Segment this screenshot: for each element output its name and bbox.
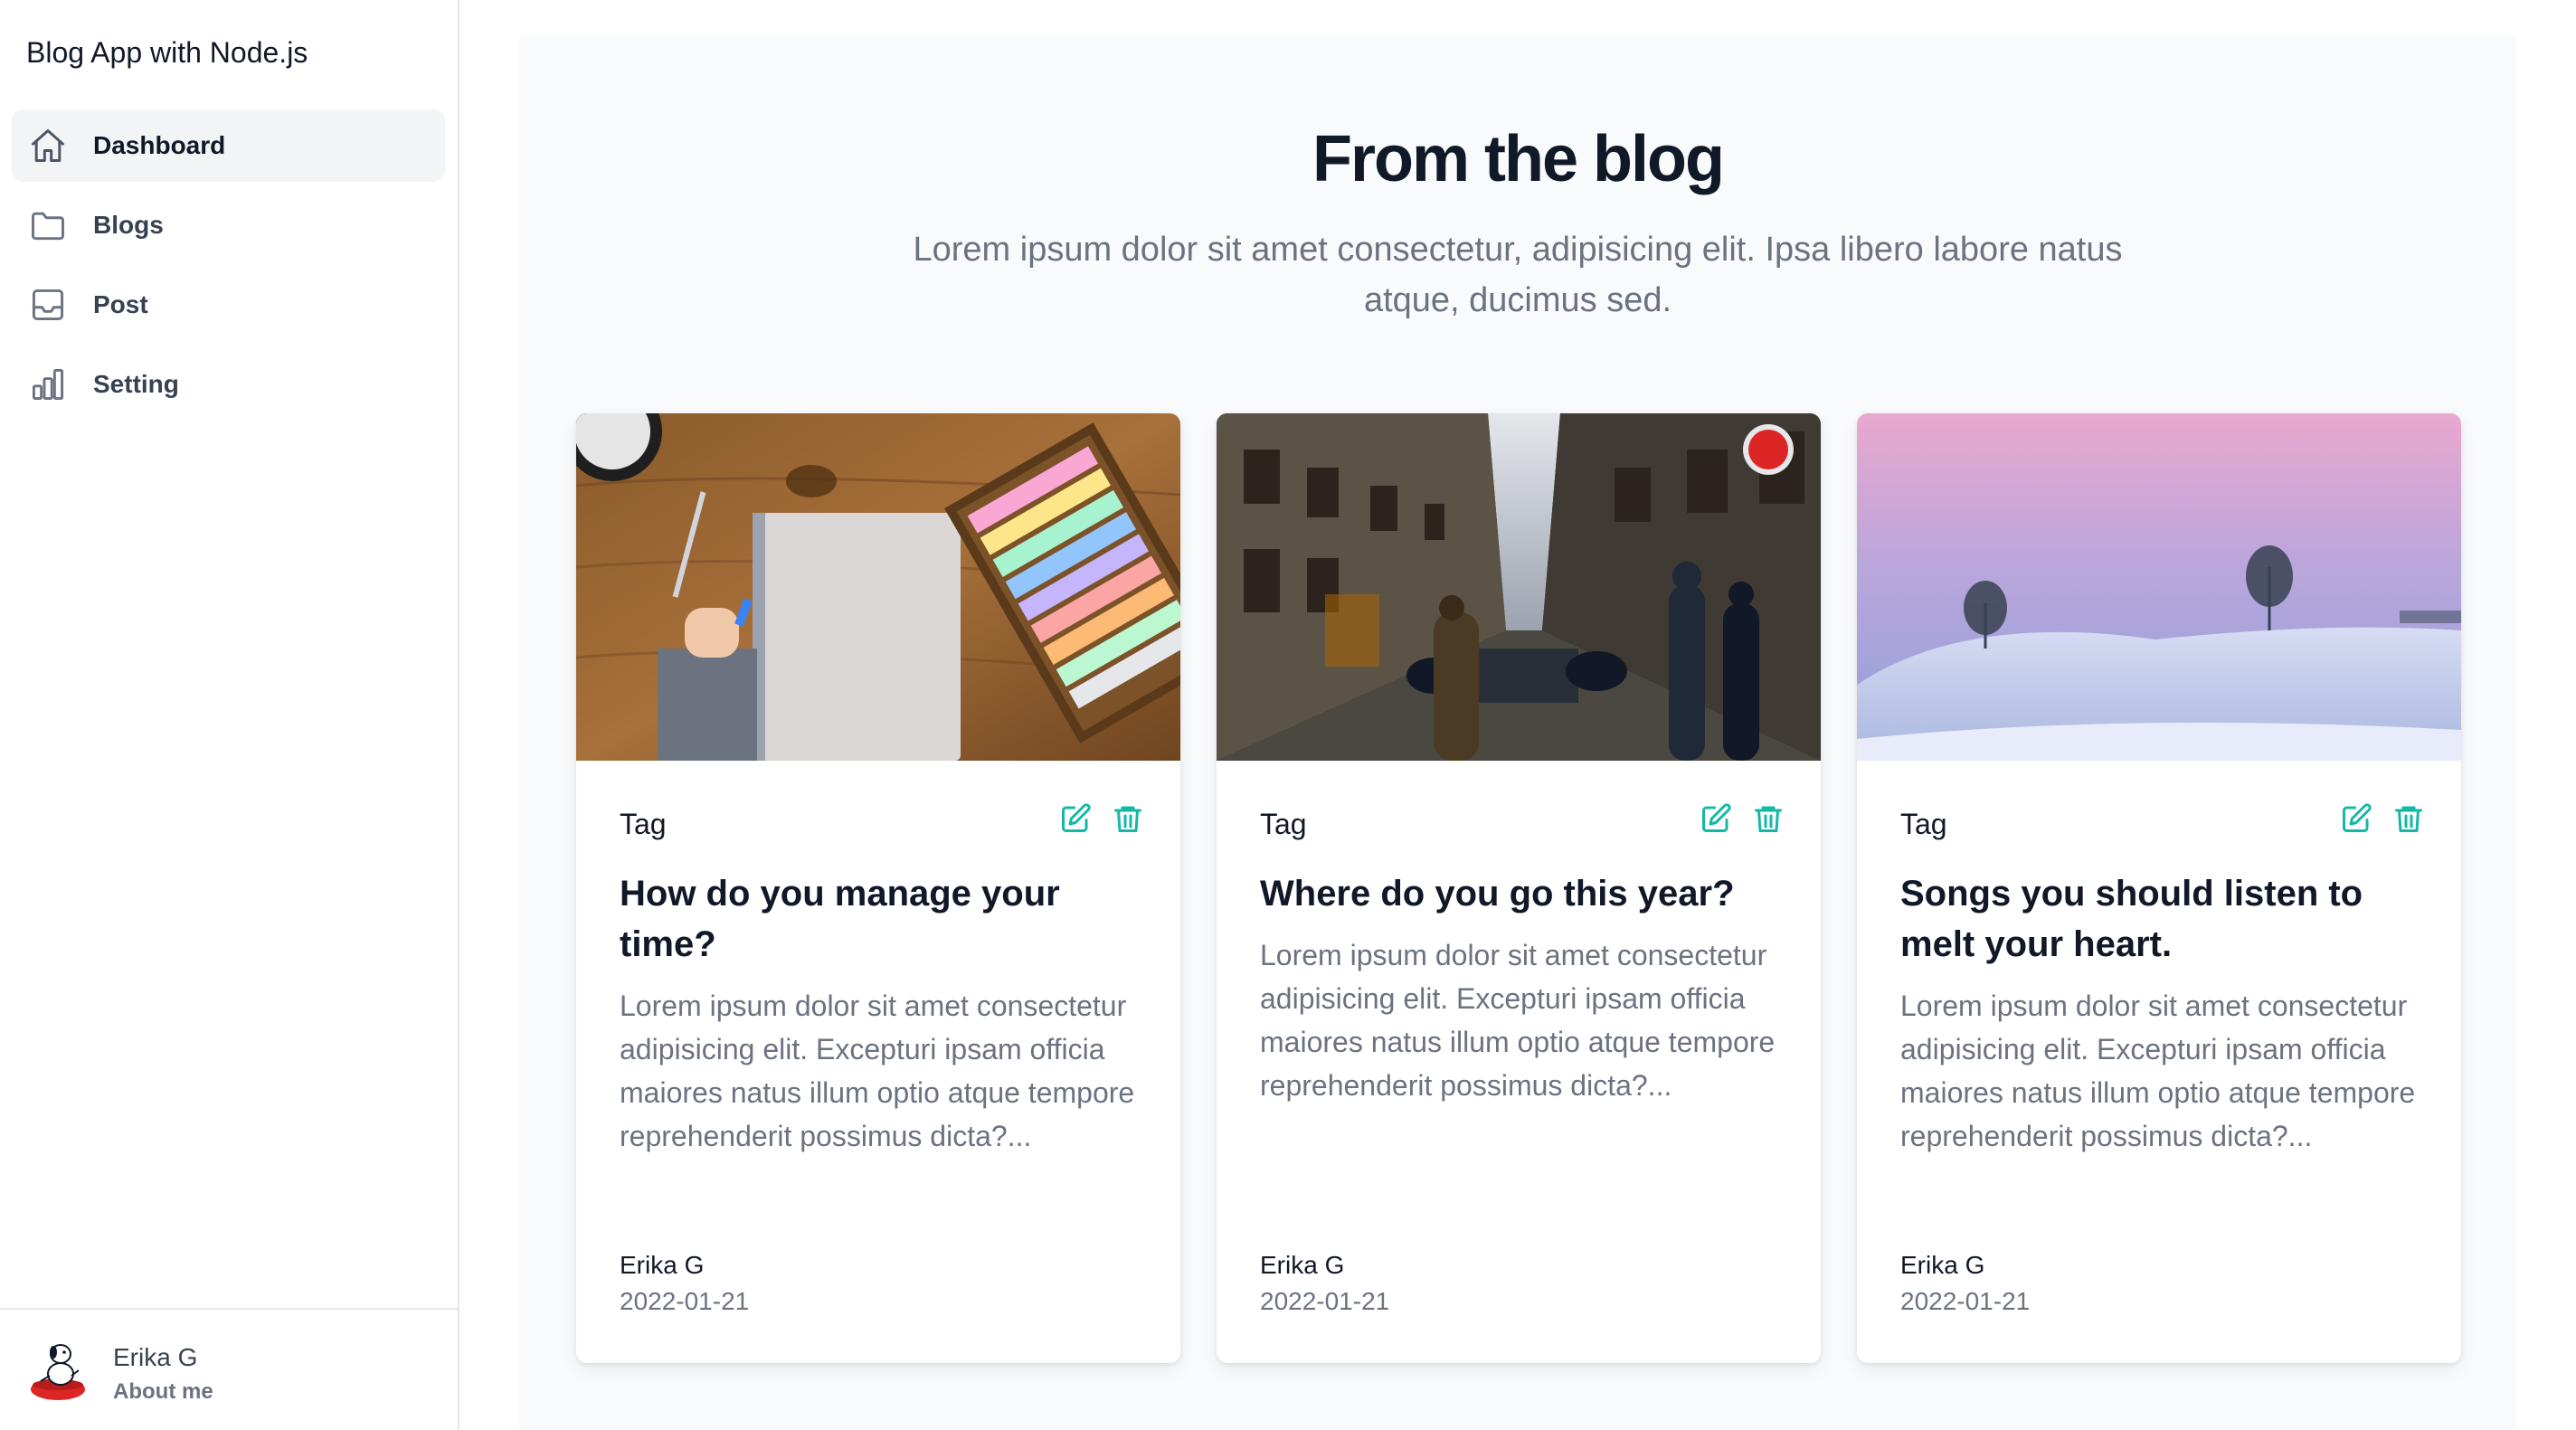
edit-icon[interactable] (2340, 800, 2372, 837)
about-me-link[interactable]: About me (113, 1379, 213, 1405)
post-excerpt: Lorem ipsum dolor sit amet consectetur a… (1260, 939, 1776, 1102)
folder-icon (28, 205, 68, 245)
sidebar: Blog App with Node.js Dashboard Blogs Po… (0, 0, 459, 1430)
post-card[interactable]: Tag How do you manage your time? Lorem i… (576, 413, 1180, 1363)
trash-icon[interactable] (1752, 800, 1785, 837)
trash-icon[interactable] (2392, 800, 2425, 837)
post-card-body: Tag Songs you should listen to melt your… (1900, 803, 2425, 1158)
post-image-desk (576, 413, 1180, 761)
post-author: Erika G (620, 1251, 705, 1279)
post-title[interactable]: Songs you should listen to melt your hea… (1900, 868, 2425, 970)
profile-name: Erika G (113, 1343, 198, 1371)
sidebar-item-label: Blogs (93, 211, 164, 239)
sidebar-item-label: Setting (93, 370, 179, 398)
post-card-body: Tag Where do you go this year? Lorem ips… (1260, 803, 1785, 1107)
post-card[interactable]: Tag Where do you go this year? Lorem ips… (1217, 413, 1821, 1363)
sidebar-item-setting[interactable]: Setting (12, 348, 445, 421)
avatar (28, 1340, 88, 1403)
post-excerpt: Lorem ipsum dolor sit amet consectetur a… (1900, 990, 2416, 1152)
post-author: Erika G (1900, 1251, 1985, 1279)
edit-icon[interactable] (1700, 800, 1732, 837)
page-title: From the blog (1312, 123, 1725, 195)
post-date: 2022-01-21 (1260, 1287, 1390, 1315)
app-root: Blog App with Node.js Dashboard Blogs Po… (0, 0, 2576, 1430)
post-card-body: Tag How do you manage your time? Lorem i… (620, 803, 1144, 1158)
sidebar-item-post[interactable]: Post (12, 269, 445, 341)
post-actions (1700, 800, 1785, 837)
chart-bar-icon (28, 365, 68, 404)
post-image-snow (1857, 413, 2461, 761)
post-title[interactable]: How do you manage your time? (620, 868, 1144, 970)
post-author: Erika G (1260, 1251, 1345, 1279)
post-card[interactable]: Tag Songs you should listen to melt your… (1857, 413, 2461, 1363)
post-excerpt: Lorem ipsum dolor sit amet consectetur a… (620, 990, 1135, 1152)
home-icon (28, 126, 68, 166)
post-date: 2022-01-21 (1900, 1287, 2031, 1315)
post-actions (2340, 800, 2425, 837)
main-content: From the blog Lorem ipsum dolor sit amet… (519, 36, 2516, 1430)
sidebar-item-label: Post (93, 290, 148, 318)
inbox-icon (28, 285, 68, 325)
post-actions (1059, 800, 1144, 837)
post-title[interactable]: Where do you go this year? (1260, 868, 1785, 919)
user-profile[interactable]: Erika G About me (0, 1308, 458, 1430)
app-title: Blog App with Node.js (26, 36, 308, 69)
edit-icon[interactable] (1059, 800, 1092, 837)
trash-icon[interactable] (1112, 800, 1144, 837)
page-subtitle: Lorem ipsum dolor sit amet consectetur, … (913, 231, 2123, 319)
sidebar-item-dashboard[interactable]: Dashboard (12, 109, 445, 182)
sidebar-item-label: Dashboard (93, 131, 226, 159)
post-date: 2022-01-21 (620, 1287, 750, 1315)
sidebar-nav: Dashboard Blogs Post Setting (12, 109, 445, 428)
sidebar-item-blogs[interactable]: Blogs (12, 189, 445, 261)
post-image-street (1217, 413, 1821, 761)
